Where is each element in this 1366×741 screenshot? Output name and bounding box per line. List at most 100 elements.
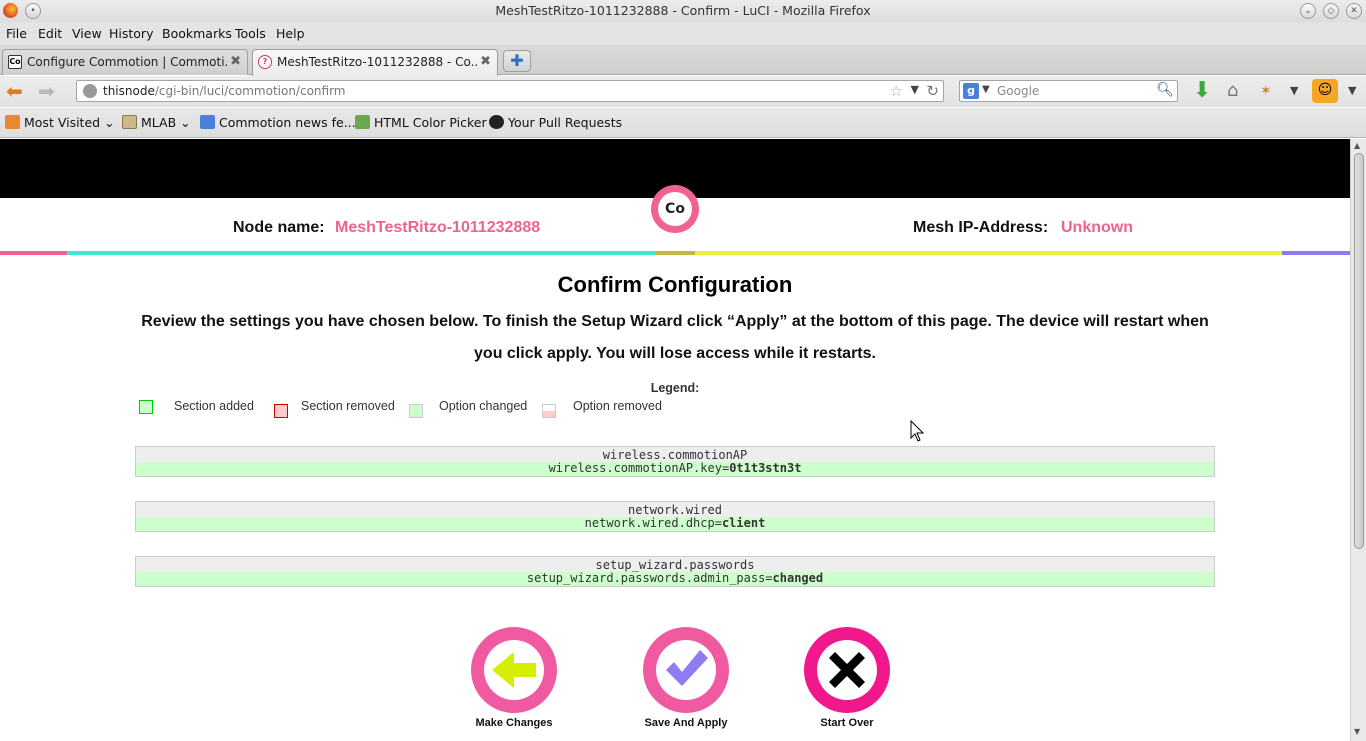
menu-tools[interactable]: Tools: [235, 26, 266, 41]
header-stripe-teal: [67, 251, 655, 255]
chevron-down-icon: ⌄: [180, 115, 191, 130]
x-icon: [829, 652, 865, 688]
maximize-icon[interactable]: ◇: [1323, 3, 1339, 19]
back-arrow-icon[interactable]: ⬅: [6, 80, 23, 102]
persona-avatar-icon[interactable]: ☺: [1312, 79, 1338, 103]
mesh-ip-label: Mesh IP-Address:: [913, 219, 1049, 236]
downloads-icon[interactable]: ⬇: [1193, 80, 1211, 102]
search-engine-dropdown-icon[interactable]: ▼: [982, 84, 990, 95]
search-icon[interactable]: 🔍︎: [1156, 82, 1174, 98]
tab-configure-commotion[interactable]: Co Configure Commotion | Commoti... ✖: [2, 49, 248, 75]
search-input[interactable]: Google: [997, 84, 1039, 98]
plus-icon: ✚: [510, 51, 524, 70]
uci-option-changed: network.wired.dhcp=client: [136, 517, 1214, 531]
start-over-button[interactable]: [804, 627, 890, 713]
google-search-engine-icon[interactable]: g: [963, 83, 979, 99]
search-bar[interactable]: g ▼ Google 🔍︎: [959, 80, 1178, 102]
start-over-label[interactable]: Start Over: [777, 717, 917, 729]
tab-label: MeshTestRitzo-1011232888 - Co...: [277, 55, 477, 69]
uci-section-name: wireless.commotionAP: [602, 448, 748, 462]
home-icon[interactable]: ⌂: [1227, 80, 1238, 102]
uci-section-name: network.wired: [628, 503, 722, 517]
legend-option-changed-swatch: [409, 404, 423, 418]
node-name-value: MeshTestRitzo-1011232888: [335, 219, 541, 236]
bookmark-star-icon[interactable]: ☆: [890, 82, 903, 100]
legend-section-removed: Section removed: [301, 399, 395, 413]
bookmark-html-color-picker[interactable]: HTML Color Picker: [355, 115, 487, 130]
scroll-down-icon[interactable]: ▼: [1354, 727, 1360, 736]
page-scrollbar[interactable]: ▲ ▼: [1350, 139, 1366, 741]
header-stripe-yellow: [695, 251, 1282, 255]
uci-option-changed: wireless.commotionAP.key=0t1t3stn3t: [136, 462, 1214, 476]
page-content: Co Node name: MeshTestRitzo-1011232888 M…: [0, 139, 1350, 741]
close-tab-icon[interactable]: ✖: [480, 54, 491, 69]
bookmark-mlab[interactable]: MLAB ⌄: [122, 115, 191, 130]
menu-bar: File Edit View History Bookmarks Tools H…: [0, 22, 1366, 45]
uci-change-setup-wizard: setup_wizard.passwords setup_wizard.pass…: [135, 556, 1215, 587]
header-stripe-purple: [1282, 251, 1350, 255]
legend-option-removed: Option removed: [573, 399, 662, 413]
legend-section-added: Section added: [174, 399, 254, 413]
luci-favicon-icon: ?: [258, 55, 272, 69]
commotion-logo[interactable]: Co: [651, 185, 699, 233]
close-window-icon[interactable]: ✕: [1346, 3, 1362, 19]
forward-arrow-icon[interactable]: ➡: [38, 80, 55, 102]
intro-text: Review the settings you have chosen belo…: [141, 313, 1209, 362]
back-arrow-icon: [492, 652, 536, 688]
addon-dropdown-icon[interactable]: ▼: [1290, 80, 1298, 102]
tab-strip: Co Configure Commotion | Commoti... ✖ ? …: [0, 45, 1366, 76]
reload-icon[interactable]: ↻: [926, 82, 939, 100]
google-reader-icon: [200, 115, 215, 129]
legend-section-removed-swatch: [274, 404, 288, 418]
legend-title: Legend:: [650, 381, 700, 395]
minimize-icon[interactable]: ⌄: [1300, 3, 1316, 19]
scroll-up-icon[interactable]: ▲: [1354, 141, 1360, 150]
uci-change-network: network.wired network.wired.dhcp=client: [135, 501, 1215, 532]
new-tab-button[interactable]: ✚: [503, 50, 531, 72]
uci-change-wireless: wireless.commotionAP wireless.commotionA…: [135, 446, 1215, 477]
header-stripe-pink: [0, 251, 67, 255]
bookmark-most-visited[interactable]: Most Visited ⌄: [5, 115, 115, 130]
menu-view[interactable]: View: [72, 26, 102, 41]
site-identity-icon[interactable]: [83, 84, 97, 98]
scrollbar-thumb[interactable]: [1354, 153, 1364, 549]
commotion-logo-text: Co: [658, 192, 692, 226]
mesh-ip-value: Unknown: [1061, 219, 1133, 236]
page-title: Confirm Configuration: [557, 272, 793, 297]
folder-icon: [122, 115, 137, 129]
header-stripe-olive: [655, 251, 695, 255]
menu-help[interactable]: Help: [276, 26, 305, 41]
menu-history[interactable]: History: [109, 26, 153, 41]
bookmark-pull-requests[interactable]: Your Pull Requests: [489, 115, 622, 130]
chevron-down-icon: ⌄: [104, 115, 115, 130]
url-history-dropdown-icon[interactable]: ▼: [911, 83, 919, 96]
menu-edit[interactable]: Edit: [38, 26, 62, 41]
legend-option-changed: Option changed: [439, 399, 528, 413]
fire-icon: [5, 115, 20, 129]
make-changes-label[interactable]: Make Changes: [444, 717, 584, 729]
close-tab-icon[interactable]: ✖: [230, 54, 241, 69]
tab-confirm[interactable]: ? MeshTestRitzo-1011232888 - Co... ✖: [252, 49, 498, 76]
node-name-label: Node name:: [233, 219, 325, 236]
addon-icon[interactable]: ✶: [1260, 80, 1272, 102]
tab-label: Configure Commotion | Commoti...: [27, 55, 227, 69]
save-apply-button[interactable]: [643, 627, 729, 713]
w3-icon: [355, 115, 370, 129]
bookmarks-toolbar: Most Visited ⌄ MLAB ⌄ Commotion news fe.…: [0, 108, 1366, 138]
menu-file[interactable]: File: [6, 26, 27, 41]
github-icon: [489, 115, 504, 129]
uci-section-name: setup_wizard.passwords: [595, 558, 755, 572]
window-titlebar: • MeshTestRitzo-1011232888 - Confirm - L…: [0, 0, 1366, 22]
url-text[interactable]: thisnode/cgi-bin/luci/commotion/confirm: [103, 84, 345, 98]
window-title: MeshTestRitzo-1011232888 - Confirm - LuC…: [495, 3, 871, 18]
url-bar[interactable]: thisnode/cgi-bin/luci/commotion/confirm …: [76, 80, 944, 102]
make-changes-button[interactable]: [471, 627, 557, 713]
menu-bookmarks[interactable]: Bookmarks: [162, 26, 232, 41]
legend-option-removed-swatch: [542, 404, 556, 418]
navigation-toolbar: ⬅ ➡ thisnode/cgi-bin/luci/commotion/conf…: [0, 76, 1366, 107]
bookmark-commotion-news[interactable]: Commotion news fe...: [200, 115, 356, 130]
legend-section-added-swatch: [139, 400, 153, 414]
checkmark-icon: [666, 650, 708, 686]
save-apply-label[interactable]: Save And Apply: [616, 717, 756, 729]
firefox-menu-dropdown-icon[interactable]: ▼: [1348, 80, 1356, 102]
